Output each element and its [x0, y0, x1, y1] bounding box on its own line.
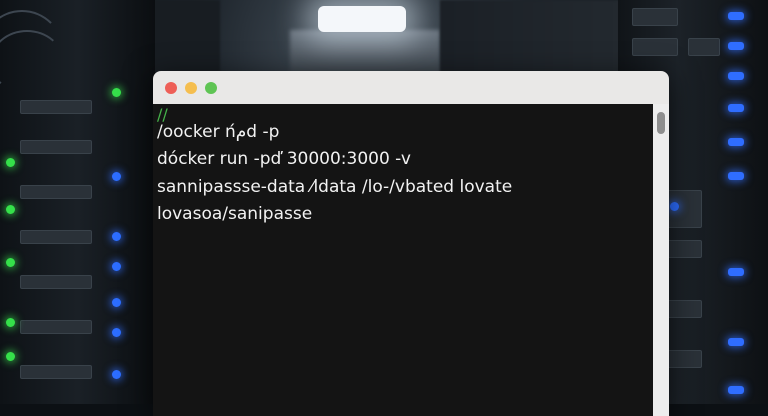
drive-bay — [20, 320, 92, 334]
status-led — [112, 232, 121, 241]
server-rack-left — [0, 0, 155, 404]
server-rack-distant-right — [440, 0, 620, 74]
status-led — [728, 72, 744, 80]
status-led — [728, 138, 744, 146]
drive-bay — [20, 230, 92, 244]
status-led — [6, 352, 15, 361]
status-led — [112, 370, 121, 379]
drive-bay — [688, 38, 720, 56]
status-led — [728, 12, 744, 20]
vertical-scrollbar[interactable] — [653, 104, 669, 416]
terminal-line: sannipassse-data ⁄ldata /lo-/vbated lova… — [157, 177, 513, 197]
status-led — [112, 328, 121, 337]
terminal-line: dócker run -pď 30000:3000 -v — [157, 149, 411, 169]
status-led — [112, 298, 121, 307]
zoom-button[interactable] — [205, 82, 217, 94]
status-led — [728, 42, 744, 50]
drive-bay — [20, 365, 92, 379]
status-led — [728, 338, 744, 346]
status-led — [728, 386, 744, 394]
drive-bay — [632, 8, 678, 26]
terminal-output[interactable]: // /oocker nم́d -p dócker run -pď 30000:… — [153, 104, 653, 416]
drive-bay — [20, 100, 92, 114]
close-button[interactable] — [165, 82, 177, 94]
server-rack-distant-left — [150, 0, 220, 74]
status-led — [6, 205, 15, 214]
minimize-button[interactable] — [185, 82, 197, 94]
status-led — [6, 318, 15, 327]
drive-bay — [632, 38, 678, 56]
status-led — [670, 202, 679, 211]
status-led — [728, 104, 744, 112]
window-titlebar[interactable] — [153, 71, 669, 105]
terminal-window[interactable]: // /oocker nم́d -p dócker run -pď 30000:… — [153, 71, 669, 416]
drive-bay — [20, 185, 92, 199]
status-led — [112, 262, 121, 271]
terminal-line: lovasoa/sanipasse — [157, 204, 313, 224]
drive-bay — [20, 140, 92, 154]
status-led — [728, 268, 744, 276]
terminal-line: /oocker nم́d -p — [157, 122, 280, 142]
status-led — [728, 172, 744, 180]
status-led — [6, 258, 15, 267]
ceiling-light — [318, 6, 406, 32]
status-led — [6, 158, 15, 167]
status-led — [112, 172, 121, 181]
status-led — [112, 88, 121, 97]
drive-bay — [20, 275, 92, 289]
scroll-thumb[interactable] — [657, 112, 665, 134]
cable — [0, 30, 64, 94]
